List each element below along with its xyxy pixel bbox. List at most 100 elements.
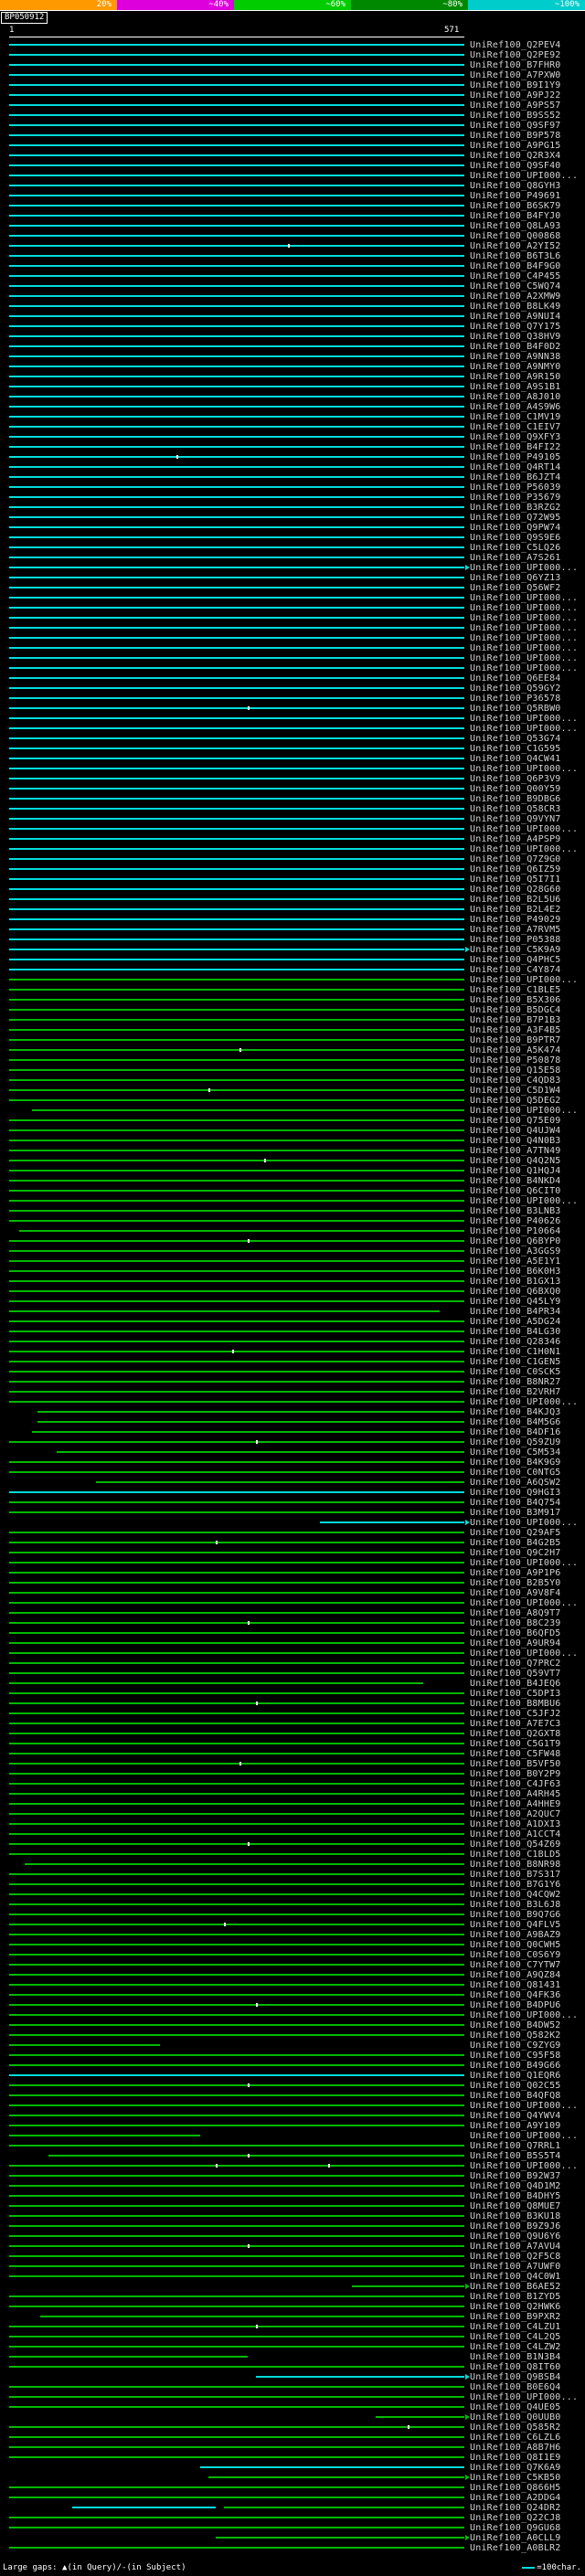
hit-segment[interactable] xyxy=(9,175,464,176)
hit-row[interactable]: UniRef100_B2L5U6 xyxy=(0,895,585,905)
hit-row[interactable]: UniRef100_B9Z9J6 xyxy=(0,2221,585,2231)
hit-segment[interactable] xyxy=(9,1280,464,1282)
hit-row[interactable]: UniRef100_B5VF50 xyxy=(0,1759,585,1769)
hit-segment[interactable] xyxy=(9,1009,464,1011)
hit-row[interactable]: UniRef100_B6K0H3 xyxy=(0,1267,585,1277)
hit-row[interactable]: UniRef100_Q2R3X4 xyxy=(0,151,585,161)
hit-segment[interactable] xyxy=(9,2094,464,2096)
hit-segment[interactable] xyxy=(9,1049,464,1051)
subject-label[interactable]: UniRef100_Q7RRL1 xyxy=(470,2142,561,2151)
hit-row[interactable]: UniRef100_C4P455 xyxy=(0,271,585,281)
hit-row[interactable]: UniRef100_C1G595 xyxy=(0,744,585,754)
hit-row[interactable]: UniRef100_B2B5Y0 xyxy=(0,1578,585,1588)
hit-row[interactable]: UniRef100_A7TN49 xyxy=(0,1146,585,1156)
subject-label[interactable]: UniRef100_A3F4B5 xyxy=(470,1026,561,1035)
hit-segment[interactable] xyxy=(9,1954,464,1956)
hit-row[interactable]: UniRef100_Q2F5C8 xyxy=(0,2252,585,2262)
subject-label[interactable]: UniRef100_Q4FLV5 xyxy=(470,1921,561,1930)
hit-row[interactable]: UniRef100_UPI000... xyxy=(0,724,585,734)
subject-label[interactable]: UniRef100_A9P1P6 xyxy=(470,1569,561,1578)
hit-row[interactable]: UniRef100_B4FYJ0 xyxy=(0,211,585,221)
hit-segment[interactable] xyxy=(9,255,464,257)
hit-row[interactable]: UniRef100_UPI000... xyxy=(0,633,585,643)
hit-row[interactable]: UniRef100_Q4UJW4 xyxy=(0,1126,585,1136)
hit-row[interactable]: UniRef100_A3GGS9 xyxy=(0,1246,585,1256)
hit-row[interactable]: UniRef100_Q866H5 xyxy=(0,2483,585,2493)
hit-segment[interactable] xyxy=(9,1823,464,1825)
hit-row[interactable]: UniRef100_UPI000... xyxy=(0,975,585,985)
hit-segment[interactable] xyxy=(9,969,464,970)
hit-row[interactable]: UniRef100_UPI000... xyxy=(0,1196,585,1206)
hit-row[interactable]: UniRef100_C5WQ74 xyxy=(0,281,585,292)
subject-label[interactable]: UniRef100_UPI000... xyxy=(470,2102,578,2111)
hit-segment[interactable] xyxy=(9,828,464,830)
subject-label[interactable]: UniRef100_B92W37 xyxy=(470,2172,561,2181)
hit-segment[interactable] xyxy=(9,1260,464,1262)
hit-row[interactable]: UniRef100_Q8LA93 xyxy=(0,221,585,231)
hit-row[interactable]: UniRef100_Q0UUB0 xyxy=(0,2412,585,2422)
hit-row[interactable]: UniRef100_Q4C0W1 xyxy=(0,2272,585,2282)
hit-row[interactable]: UniRef100_B49G66 xyxy=(0,2061,585,2071)
subject-label[interactable]: UniRef100_Q4RT14 xyxy=(470,463,561,472)
hit-row[interactable]: UniRef100_B7P1B3 xyxy=(0,1015,585,1025)
subject-label[interactable]: UniRef100_Q4Q2N5 xyxy=(470,1157,561,1166)
hit-segment[interactable] xyxy=(9,818,464,820)
hit-segment[interactable] xyxy=(9,1642,464,1644)
subject-label[interactable]: UniRef100_Q582K2 xyxy=(470,2031,561,2041)
subject-label[interactable]: UniRef100_A6QSW2 xyxy=(470,1479,561,1488)
hit-segment[interactable] xyxy=(9,526,464,528)
subject-label[interactable]: UniRef100_C5K9A9 xyxy=(470,946,561,955)
hit-row[interactable]: UniRef100_A5DG24 xyxy=(0,1317,585,1327)
subject-label[interactable]: UniRef100_Q9GU68 xyxy=(470,2524,561,2533)
subject-label[interactable]: UniRef100_UPI000... xyxy=(470,614,578,623)
hit-segment[interactable] xyxy=(9,928,464,930)
subject-label[interactable]: UniRef100_B7P1B3 xyxy=(470,1016,561,1025)
hit-row[interactable]: UniRef100_UPI000... xyxy=(0,764,585,774)
subject-label[interactable]: UniRef100_C4LZU1 xyxy=(470,2323,561,2332)
hit-segment[interactable] xyxy=(9,1924,464,1925)
hit-segment[interactable] xyxy=(9,235,464,237)
hit-segment[interactable] xyxy=(9,1290,464,1292)
hit-row[interactable]: UniRef100_A4S9W6 xyxy=(0,402,585,412)
subject-label[interactable]: UniRef100_Q9S9E6 xyxy=(470,534,561,543)
subject-label[interactable]: UniRef100_Q2HWK6 xyxy=(470,2303,561,2312)
subject-label[interactable]: UniRef100_B0Y2P9 xyxy=(470,1770,561,1779)
hit-row[interactable]: UniRef100_Q72W95 xyxy=(0,513,585,523)
subject-label[interactable]: UniRef100_C1H0N1 xyxy=(470,1348,561,1357)
hit-row[interactable]: UniRef100_B9P578 xyxy=(0,131,585,141)
hit-segment[interactable] xyxy=(9,1059,464,1061)
hit-segment[interactable] xyxy=(9,1763,464,1765)
subject-label[interactable]: UniRef100_B7G1Y6 xyxy=(470,1881,561,1890)
hit-row[interactable]: UniRef100_B9PXR2 xyxy=(0,2312,585,2322)
hit-row[interactable]: UniRef100_B6T3L6 xyxy=(0,251,585,261)
hit-segment[interactable] xyxy=(9,1592,464,1594)
subject-label[interactable]: UniRef100_B8MBU6 xyxy=(470,1700,561,1709)
hit-segment[interactable] xyxy=(9,617,464,619)
hit-row[interactable]: UniRef100_Q9BSB4 xyxy=(0,2372,585,2382)
hit-row[interactable]: UniRef100_B0Y2P9 xyxy=(0,1769,585,1779)
hit-segment[interactable] xyxy=(9,2486,464,2488)
hit-row[interactable]: UniRef100_UPI000... xyxy=(0,824,585,834)
hit-row[interactable]: UniRef100_C5LQ26 xyxy=(0,543,585,553)
subject-label[interactable]: UniRef100_B49G66 xyxy=(470,2062,561,2071)
hit-row[interactable]: UniRef100_B7S317 xyxy=(0,1870,585,1880)
hit-segment[interactable] xyxy=(9,888,464,890)
hit-row[interactable]: UniRef100_UPI000... xyxy=(0,2131,585,2141)
subject-label[interactable]: UniRef100_UPI000... xyxy=(470,976,578,985)
hit-segment[interactable] xyxy=(9,245,464,247)
hit-segment[interactable] xyxy=(9,1079,464,1081)
subject-label[interactable]: UniRef100_Q58CR3 xyxy=(470,805,561,814)
hit-segment[interactable] xyxy=(9,2054,464,2056)
hit-segment[interactable] xyxy=(9,677,464,679)
hit-row[interactable]: UniRef100_B6JZT4 xyxy=(0,472,585,482)
subject-label[interactable]: UniRef100_C4LZW2 xyxy=(470,2343,561,2352)
hit-segment[interactable] xyxy=(351,2285,464,2287)
subject-label[interactable]: UniRef100_B4QFQ8 xyxy=(470,2092,561,2101)
subject-label[interactable]: UniRef100_C4Y874 xyxy=(470,966,561,975)
hit-segment[interactable] xyxy=(9,1371,464,1373)
subject-label[interactable]: UniRef100_A8J010 xyxy=(470,393,561,402)
hit-segment[interactable] xyxy=(9,1160,464,1161)
subject-label[interactable]: UniRef100_A9QZ84 xyxy=(470,1971,561,1980)
subject-label[interactable]: UniRef100_Q75E09 xyxy=(470,1117,561,1126)
hit-row[interactable]: UniRef100_C5D1W4 xyxy=(0,1086,585,1096)
